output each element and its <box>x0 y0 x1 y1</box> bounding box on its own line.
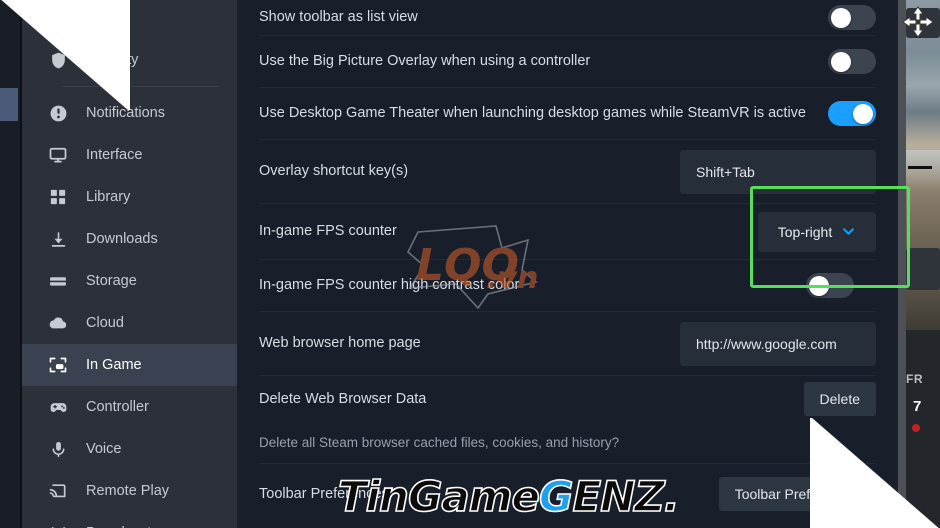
setting-row-fps-counter: In-game FPS counter Top-right <box>259 204 876 260</box>
sidebar-item-remote-play[interactable]: Remote Play <box>22 470 237 512</box>
sidebar-item-storage[interactable]: Storage <box>22 260 237 302</box>
sidebar-item-label: Family <box>86 0 129 15</box>
show-toolbar-list-view-toggle[interactable] <box>828 5 876 30</box>
delete-browser-data-button[interactable]: Delete <box>803 382 876 416</box>
sidebar-item-broadcast[interactable]: Broadcast <box>22 512 237 528</box>
sidebar-divider <box>62 86 219 87</box>
web-home-page-input[interactable]: http://www.google.com <box>680 321 876 366</box>
sidebar-item-label: Library <box>86 189 131 205</box>
fps-counter-position-dropdown[interactable]: Top-right <box>758 211 876 252</box>
toggle-knob <box>831 7 851 28</box>
fps-counter-position-value: Top-right <box>777 223 833 240</box>
sidebar-item-label: Storage <box>86 273 137 289</box>
sidebar-item-label: In Game <box>86 357 142 373</box>
sidebar-item-library[interactable]: Library <box>22 176 237 218</box>
sidebar-item-controller[interactable]: Controller <box>22 386 237 428</box>
toggle-knob <box>853 103 873 124</box>
settings-sidebar: Family Security Notifications Interface … <box>22 0 237 528</box>
delete-browser-data-description-row: Delete all Steam browser cached files, c… <box>259 422 876 464</box>
sidebar-item-label: Voice <box>86 441 122 457</box>
setting-label: Web browser home page <box>259 335 421 352</box>
desktop-game-theater-toggle[interactable] <box>828 101 876 126</box>
setting-description: Delete all Steam browser cached files, c… <box>259 435 620 450</box>
background-status-dot <box>912 424 920 432</box>
toggle-knob <box>809 275 829 296</box>
background-label-fr: FR <box>906 372 923 386</box>
toolbar-preferences-button[interactable]: Toolbar Preferences <box>718 477 876 511</box>
sidebar-item-voice[interactable]: Voice <box>22 428 237 470</box>
in-game-icon <box>47 354 69 376</box>
notifications-icon <box>47 102 69 124</box>
setting-label: Delete Web Browser Data <box>259 390 427 407</box>
sidebar-item-label: Remote Play <box>86 483 170 499</box>
background-divider <box>908 166 932 169</box>
sidebar-item-interface[interactable]: Interface <box>22 134 237 176</box>
setting-row-toolbar-preferences: Toolbar Preferences Toolbar Preferences <box>259 464 876 524</box>
sidebar-item-in-game[interactable]: In Game <box>22 344 237 386</box>
setting-row-big-picture-overlay: Use the Big Picture Overlay when using a… <box>259 36 876 88</box>
setting-label: Use Desktop Game Theater when launching … <box>259 105 806 122</box>
fps-high-contrast-toggle[interactable] <box>806 273 854 298</box>
toggle-knob <box>831 51 851 72</box>
sidebar-item-downloads[interactable]: Downloads <box>22 218 237 260</box>
background-number: 7 <box>913 398 922 415</box>
settings-content-panel: Show toolbar as list view Use the Big Pi… <box>237 0 898 528</box>
background-tile <box>906 8 940 38</box>
setting-label: In-game FPS counter <box>259 223 397 240</box>
setting-row-delete-browser-data: Delete Web Browser Data Delete <box>259 376 876 422</box>
big-picture-overlay-toggle[interactable] <box>828 49 876 74</box>
left-window-chip <box>0 88 18 121</box>
cloud-icon <box>47 312 69 334</box>
sidebar-item-family[interactable]: Family <box>22 0 237 28</box>
sidebar-item-label: Downloads <box>86 231 158 247</box>
family-icon <box>47 0 69 18</box>
setting-label: In-game FPS counter high contrast color <box>259 277 520 294</box>
setting-row-web-home-page: Web browser home page http://www.google.… <box>259 312 876 376</box>
sidebar-item-label: Interface <box>86 147 143 163</box>
sidebar-item-label: Cloud <box>86 315 124 331</box>
chevron-down-icon <box>841 224 856 239</box>
cast-icon <box>47 480 69 502</box>
grid-icon <box>47 186 69 208</box>
sidebar-item-label: Security <box>86 52 139 68</box>
monitor-icon <box>47 144 69 166</box>
sidebar-item-label: Controller <box>86 399 149 415</box>
setting-label: Show toolbar as list view <box>259 9 418 26</box>
left-window-gutter <box>0 0 22 528</box>
sidebar-item-security[interactable]: Security <box>22 39 237 81</box>
background-tile <box>906 248 940 290</box>
download-icon <box>47 228 69 250</box>
microphone-icon <box>47 438 69 460</box>
shield-icon <box>47 49 69 71</box>
background-window-edge <box>898 0 906 528</box>
setting-label: Use the Big Picture Overlay when using a… <box>259 53 591 70</box>
steam-settings-window: Family Security Notifications Interface … <box>0 0 898 528</box>
setting-label: Overlay shortcut key(s) <box>259 163 409 180</box>
setting-row-desktop-game-theater: Use Desktop Game Theater when launching … <box>259 88 876 140</box>
setting-row-fps-high-contrast: In-game FPS counter high contrast color <box>259 260 876 312</box>
setting-label: Toolbar Preferences <box>259 485 389 502</box>
overlay-shortcut-input[interactable]: Shift+Tab <box>680 149 876 194</box>
screenshot-root: FR 7 Family Security Notifications Inter… <box>0 0 940 528</box>
gamepad-icon <box>47 396 69 418</box>
broadcast-icon <box>47 522 69 528</box>
setting-row-overlay-shortcut: Overlay shortcut key(s) Shift+Tab <box>259 140 876 204</box>
storage-icon <box>47 270 69 292</box>
sidebar-item-label: Notifications <box>86 105 165 121</box>
sidebar-item-notifications[interactable]: Notifications <box>22 92 237 134</box>
sidebar-item-cloud[interactable]: Cloud <box>22 302 237 344</box>
setting-row-show-toolbar-list-view: Show toolbar as list view <box>259 0 876 36</box>
